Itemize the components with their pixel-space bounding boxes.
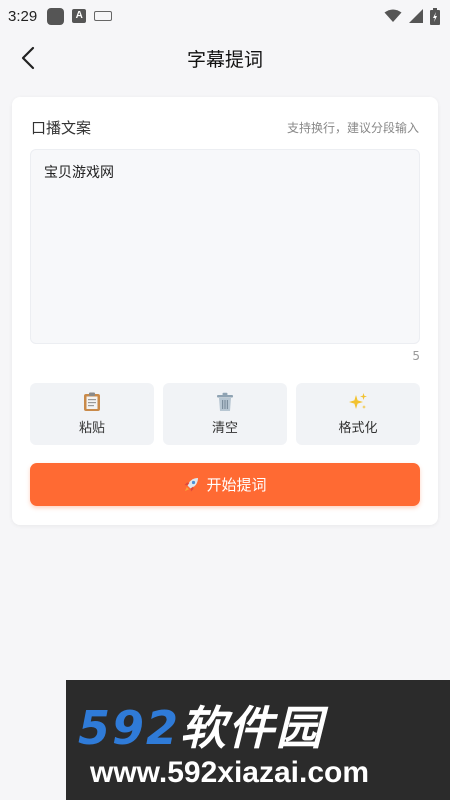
format-button[interactable]: 格式化 <box>296 383 420 445</box>
trash-icon <box>215 392 235 412</box>
watermark-banner: 592软件园 www.592xiazai.com <box>66 680 450 800</box>
wifi-icon <box>384 9 402 22</box>
battery-icon <box>430 7 440 25</box>
watermark-logo-number: 592 <box>78 701 181 755</box>
app-notification-icon <box>47 7 65 25</box>
watermark-url: www.592xiazai.com <box>90 756 370 789</box>
start-prompter-button[interactable]: 开始提词 <box>30 463 420 506</box>
status-bar: 3:29 A <box>0 0 450 32</box>
sparkles-icon <box>348 392 368 412</box>
script-card: 口播文案 支持换行，建议分段输入 宝贝游戏网 5 粘贴 清空 格式化 开始提词 <box>12 97 438 525</box>
keyboard-icon <box>94 11 113 21</box>
watermark-logo-text: 软件园 <box>180 701 325 755</box>
app-bar: 字幕提词 <box>0 32 450 84</box>
back-button[interactable] <box>14 44 42 72</box>
char-count: 5 <box>412 349 420 363</box>
section-label: 口播文案 <box>31 118 92 137</box>
a-icon: A <box>72 9 87 23</box>
status-notification-icons: A <box>47 7 113 25</box>
card-header: 口播文案 支持换行，建议分段输入 <box>31 116 419 138</box>
signal-icon <box>409 9 423 23</box>
chevron-left-icon <box>21 46 35 70</box>
paste-label: 粘贴 <box>78 421 105 436</box>
format-label: 格式化 <box>338 421 378 436</box>
start-prompter-label: 开始提词 <box>206 476 267 494</box>
rocket-icon <box>183 477 199 493</box>
clear-label: 清空 <box>211 421 238 436</box>
watermark-logo: 592软件园 <box>78 692 324 758</box>
script-textarea[interactable]: 宝贝游戏网 <box>30 149 420 344</box>
status-time: 3:29 <box>8 7 38 25</box>
input-hint: 支持换行，建议分段输入 <box>286 120 419 135</box>
clipboard-icon <box>82 392 102 412</box>
page-title: 字幕提词 <box>186 48 263 71</box>
status-system-icons <box>384 7 440 25</box>
paste-button[interactable]: 粘贴 <box>30 383 154 445</box>
action-row: 粘贴 清空 格式化 <box>30 383 420 445</box>
clear-button[interactable]: 清空 <box>163 383 287 445</box>
